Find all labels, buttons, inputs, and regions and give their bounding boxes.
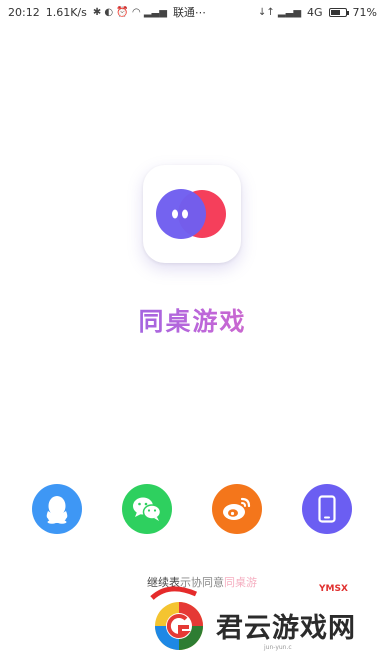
watermark-red-text: YMSX [319, 584, 348, 594]
logo-circles-icon [156, 189, 226, 239]
qq-login-button[interactable] [32, 484, 82, 534]
status-battery: 71% [352, 5, 377, 19]
status-right: ↓↑ ▂▃▅ 4G 71% [258, 6, 377, 19]
phone-login-button[interactable] [302, 484, 352, 534]
status-time: 20:12 [8, 5, 40, 19]
weibo-icon [223, 497, 251, 520]
phone-icon [318, 495, 336, 523]
app-title: 同桌游戏 [0, 302, 385, 338]
qq-penguin-icon [46, 496, 68, 524]
status-carrier: 联通⋯ [172, 6, 206, 19]
login-options [0, 484, 385, 534]
status-network: 4G [307, 5, 323, 19]
watermark: YMSX 君云游戏网 jun-yun.c [134, 584, 385, 657]
signal-icon: ↓↑ ▂▃▅ [258, 6, 302, 18]
weibo-login-button[interactable] [212, 484, 262, 534]
watermark-sub: jun-yun.c [264, 644, 292, 651]
wechat-login-button[interactable] [122, 484, 172, 534]
watermark-text: 君云游戏网 [216, 613, 356, 644]
status-net-speed: 1.61K/s [45, 5, 87, 19]
wechat-icon [133, 497, 162, 521]
status-icons: ✱ ◐ ⏰ ◠ ▂▃▅ [92, 6, 167, 18]
app-logo [143, 165, 241, 263]
status-left: 20:12 1.61K/s ✱ ◐ ⏰ ◠ ▂▃▅ 联通⋯ [8, 4, 206, 20]
battery-icon [328, 7, 349, 17]
status-bar: 20:12 1.61K/s ✱ ◐ ⏰ ◠ ▂▃▅ 联通⋯ ↓↑ ▂▃▅ 4G … [0, 0, 385, 24]
watermark-logo-icon [134, 586, 203, 650]
